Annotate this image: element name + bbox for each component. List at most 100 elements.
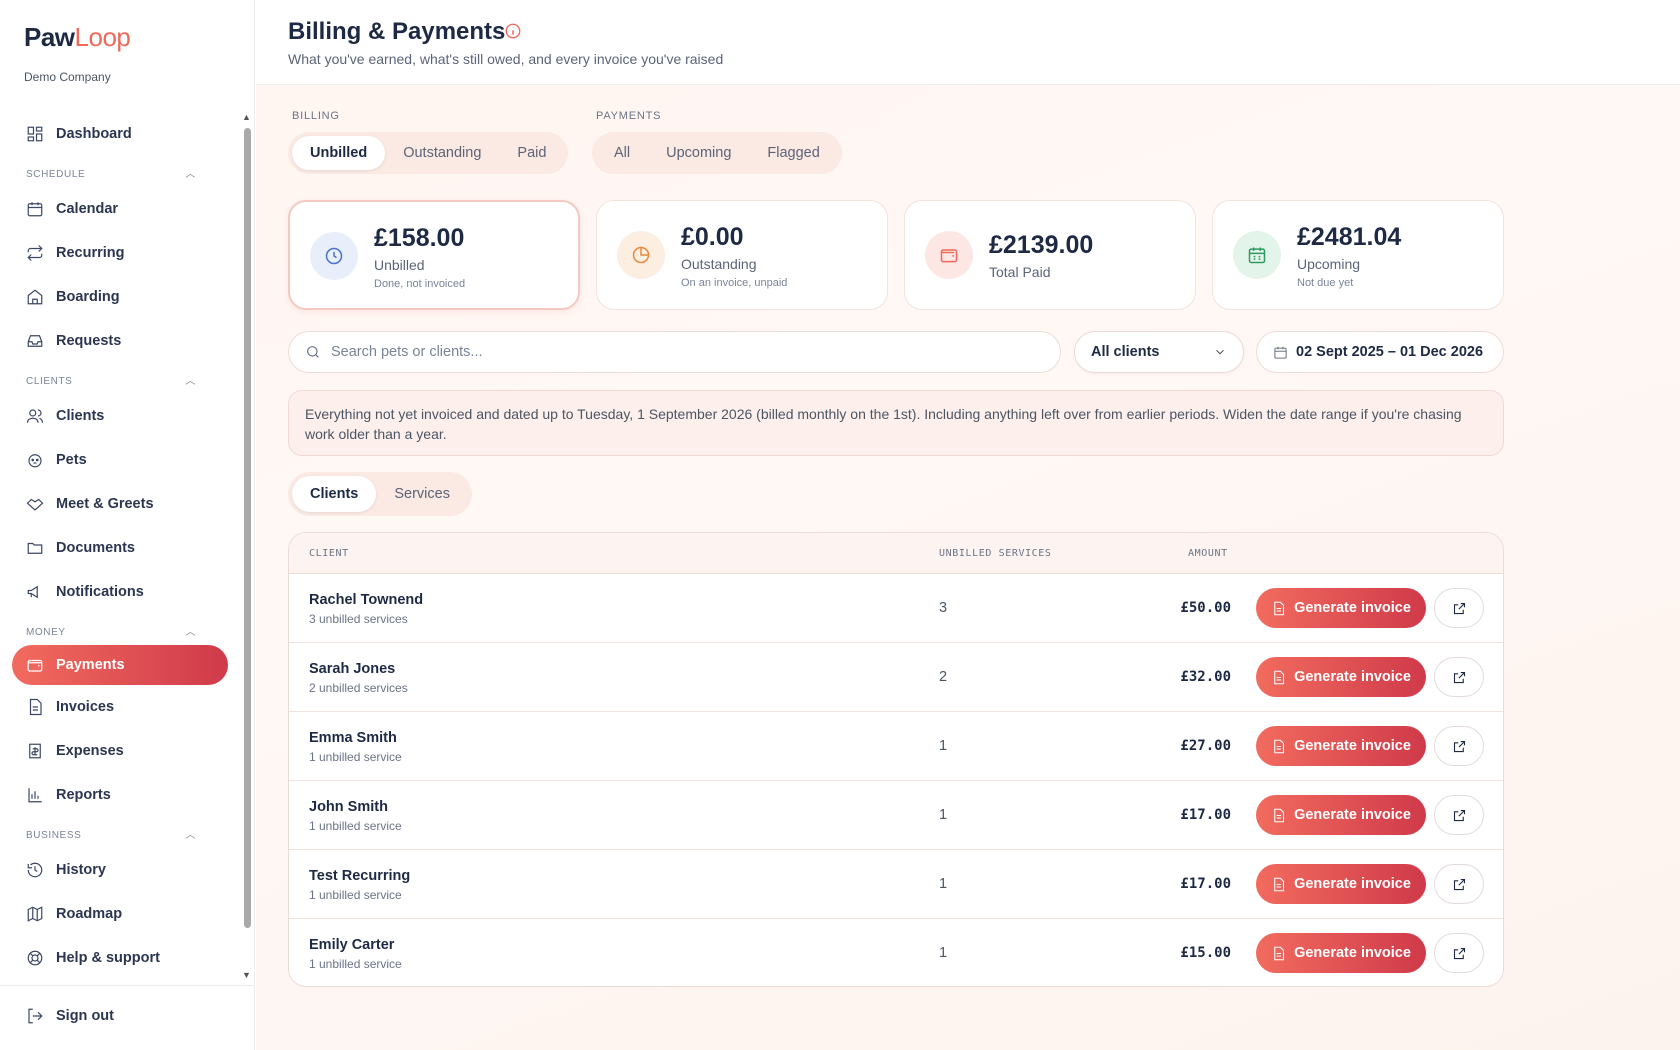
open-client-button[interactable] xyxy=(1434,657,1484,697)
client-unbilled-summary: 1 unbilled service xyxy=(309,957,402,971)
history-icon xyxy=(26,861,44,879)
calendar-icon xyxy=(1233,231,1281,279)
sidebar-item-boarding[interactable]: Boarding xyxy=(0,275,240,319)
client-unbilled-summary: 3 unbilled services xyxy=(309,612,408,626)
scroll-down-arrow[interactable]: ▼ xyxy=(242,970,251,980)
tab-services[interactable]: Services xyxy=(376,476,468,512)
table-row[interactable]: Rachel Townend 3 unbilled services 3 £50… xyxy=(289,574,1503,643)
sidebar-nav: Dashboard SCHEDULE ︿ Calendar Recurring B… xyxy=(0,112,240,980)
open-client-button[interactable] xyxy=(1434,726,1484,766)
generate-invoice-label: Generate invoice xyxy=(1294,876,1411,892)
filter-paid[interactable]: Paid xyxy=(499,136,564,170)
sidebar-item-dashboard[interactable]: Dashboard xyxy=(0,112,240,156)
megaphone-icon xyxy=(26,583,44,601)
filter-flagged[interactable]: Flagged xyxy=(749,136,837,170)
search-box[interactable] xyxy=(288,331,1061,373)
file-text-icon xyxy=(1274,670,1285,684)
map-icon xyxy=(26,905,44,923)
client-name[interactable]: Rachel Townend xyxy=(309,592,423,608)
section-money[interactable]: MONEY ︿ xyxy=(0,614,240,645)
brand-logo[interactable]: PawLoop xyxy=(24,22,131,53)
sidebar-item-documents[interactable]: Documents xyxy=(0,526,240,570)
filter-upcoming[interactable]: Upcoming xyxy=(648,136,749,170)
client-name[interactable]: Test Recurring xyxy=(309,868,410,884)
table-row[interactable]: Emma Smith 1 unbilled service 1 £27.00 G… xyxy=(289,712,1503,781)
generate-invoice-button[interactable]: Generate invoice xyxy=(1256,588,1426,628)
table-row[interactable]: Emily Carter 1 unbilled service 1 £15.00… xyxy=(289,919,1503,986)
summary-card-outstanding[interactable]: £0.00 Outstanding On an invoice, unpaid xyxy=(596,200,888,310)
unbilled-amount: £17.00 xyxy=(1180,876,1231,892)
section-business[interactable]: BUSINESS ︿ xyxy=(0,817,240,848)
sidebar-item-history[interactable]: History xyxy=(0,848,240,892)
table-row[interactable]: Sarah Jones 2 unbilled services 2 £32.00… xyxy=(289,643,1503,712)
client-filter-dropdown[interactable]: All clients xyxy=(1074,331,1244,373)
open-client-button[interactable] xyxy=(1434,588,1484,628)
sidebar-item-recurring[interactable]: Recurring xyxy=(0,231,240,275)
search-input[interactable] xyxy=(331,344,1031,360)
open-client-button[interactable] xyxy=(1434,795,1484,835)
handshake-icon xyxy=(26,495,44,513)
sidebar-item-notifications[interactable]: Notifications xyxy=(0,570,240,614)
sidebar-item-meet-greets[interactable]: Meet & Greets xyxy=(0,482,240,526)
card-amount: £0.00 xyxy=(681,223,744,251)
section-schedule[interactable]: SCHEDULE ︿ xyxy=(0,156,240,187)
generate-invoice-button[interactable]: Generate invoice xyxy=(1256,933,1426,973)
sidebar-item-roadmap[interactable]: Roadmap xyxy=(0,892,240,936)
client-name[interactable]: Sarah Jones xyxy=(309,661,395,677)
summary-card-upcoming[interactable]: £2481.04 Upcoming Not due yet xyxy=(1212,200,1504,310)
sidebar-item-label: Dashboard xyxy=(56,126,132,142)
sidebar-item-pets[interactable]: Pets xyxy=(0,438,240,482)
filter-outstanding[interactable]: Outstanding xyxy=(385,136,499,170)
summary-card-total-paid[interactable]: £2139.00 Total Paid xyxy=(904,200,1196,310)
sidebar-item-help[interactable]: Help & support xyxy=(0,936,240,980)
section-title: SCHEDULE xyxy=(26,169,86,180)
sidebar-item-label: Expenses xyxy=(56,743,124,759)
paw-icon xyxy=(26,451,44,469)
client-unbilled-summary: 1 unbilled service xyxy=(309,750,402,764)
generate-invoice-button[interactable]: Generate invoice xyxy=(1256,795,1426,835)
sidebar-item-reports[interactable]: Reports xyxy=(0,773,240,817)
table-row[interactable]: John Smith 1 unbilled service 1 £17.00 G… xyxy=(289,781,1503,850)
main-content: Billing & Payments What you've earned, w… xyxy=(256,0,1680,1050)
sidebar-item-invoices[interactable]: Invoices xyxy=(0,685,240,729)
table-row[interactable]: Test Recurring 1 unbilled service 1 £17.… xyxy=(289,850,1503,919)
external-link-icon xyxy=(1453,602,1465,614)
client-name[interactable]: John Smith xyxy=(309,799,388,815)
clock-icon xyxy=(310,232,358,280)
open-client-button[interactable] xyxy=(1434,933,1484,973)
scroll-up-arrow[interactable]: ▲ xyxy=(242,112,251,122)
sidebar-item-expenses[interactable]: Expenses xyxy=(0,729,240,773)
tab-clients[interactable]: Clients xyxy=(292,476,377,512)
generate-invoice-button[interactable]: Generate invoice xyxy=(1256,657,1426,697)
info-icon[interactable] xyxy=(504,22,522,40)
sidebar-item-requests[interactable]: Requests xyxy=(0,319,240,363)
section-title: MONEY xyxy=(26,627,66,638)
sidebar-item-payments[interactable]: Payments xyxy=(12,645,228,685)
search-icon xyxy=(307,346,319,358)
sidebar-scrollbar[interactable] xyxy=(244,128,251,928)
sidebar-item-label: Payments xyxy=(56,657,125,673)
generate-invoice-button[interactable]: Generate invoice xyxy=(1256,726,1426,766)
client-name[interactable]: Emma Smith xyxy=(309,730,397,746)
generate-invoice-button[interactable]: Generate invoice xyxy=(1256,864,1426,904)
date-range-value: 02 Sept 2025 – 01 Dec 2026 xyxy=(1296,344,1484,360)
sidebar-item-clients[interactable]: Clients xyxy=(0,394,240,438)
summary-card-unbilled[interactable]: £158.00 Unbilled Done, not invoiced xyxy=(288,200,580,310)
sidebar-item-label: Invoices xyxy=(56,699,115,715)
filter-all[interactable]: All xyxy=(596,136,648,170)
card-label: Outstanding xyxy=(681,256,757,272)
sign-out-button[interactable]: Sign out xyxy=(26,1007,114,1025)
sidebar-item-label: Notifications xyxy=(56,584,144,600)
filter-unbilled[interactable]: Unbilled xyxy=(292,136,386,170)
card-sublabel: Done, not invoiced xyxy=(374,278,466,290)
sidebar-item-label: Reports xyxy=(56,787,111,803)
sidebar-item-calendar[interactable]: Calendar xyxy=(0,187,240,231)
date-range-picker[interactable]: 02 Sept 2025 – 01 Dec 2026 xyxy=(1256,331,1504,373)
client-name[interactable]: Emily Carter xyxy=(309,937,394,953)
open-client-button[interactable] xyxy=(1434,864,1484,904)
generate-invoice-label: Generate invoice xyxy=(1294,738,1411,754)
generate-invoice-label: Generate invoice xyxy=(1294,600,1411,616)
section-clients[interactable]: CLIENTS ︿ xyxy=(0,363,240,394)
client-unbilled-summary: 2 unbilled services xyxy=(309,681,408,695)
unbilled-amount: £17.00 xyxy=(1180,807,1231,823)
